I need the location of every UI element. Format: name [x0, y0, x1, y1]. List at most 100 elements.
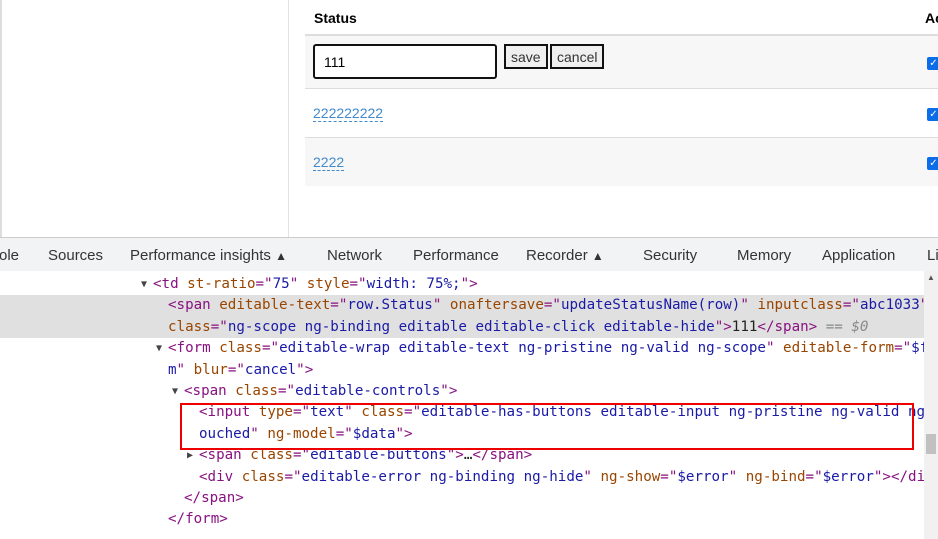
- tab-label: Performance insights: [130, 247, 271, 264]
- code-token: ": [728, 468, 746, 485]
- code-token: ">: [296, 361, 314, 378]
- code-token: class: [168, 318, 211, 335]
- expand-arrow-icon[interactable]: ▼: [156, 338, 162, 360]
- dom-node-line[interactable]: </form>: [0, 509, 924, 531]
- active-checkbox[interactable]: ✓: [927, 57, 938, 70]
- code-token: =": [894, 340, 912, 357]
- code-token: =": [805, 468, 823, 485]
- tab-memory[interactable]: Memory: [737, 247, 791, 264]
- code-token: <div: [199, 468, 242, 485]
- code-token: width: 75%;: [366, 276, 461, 292]
- tab-performance[interactable]: Performance: [413, 247, 499, 264]
- code-token: class: [219, 340, 262, 357]
- code-token: 75: [272, 276, 290, 292]
- elements-scrollbar[interactable]: ▲: [924, 271, 938, 539]
- code-token: ": [176, 361, 194, 378]
- code-token: editable-text: [219, 297, 331, 314]
- code-token: =": [210, 318, 228, 335]
- code-token: $error: [677, 468, 729, 485]
- scrollbar-thumb[interactable]: [926, 434, 936, 454]
- left-column: [2, 0, 289, 237]
- dom-node-line[interactable]: <form class="editable-wrap editable-text…: [0, 338, 924, 360]
- tab-sources[interactable]: Sources: [48, 247, 103, 264]
- highlight-box: [180, 403, 914, 450]
- code-token: editable-form: [783, 340, 895, 357]
- code-token: =": [255, 276, 273, 292]
- status-table: Status Ac save cancel ✓ 222222222 ✓ 2222…: [305, 0, 938, 186]
- code-token: == $0: [817, 318, 869, 335]
- code-token: editable-controls: [295, 383, 441, 399]
- code-token: <td: [153, 276, 188, 292]
- status-link[interactable]: 222222222: [313, 106, 384, 122]
- tab-security[interactable]: Security: [643, 247, 697, 264]
- code-token: 111: [731, 318, 758, 335]
- code-token: abc1033: [859, 297, 920, 314]
- tab-recorder[interactable]: Recorder ▲: [526, 247, 604, 264]
- code-token: </form>: [168, 511, 228, 528]
- code-token: style: [306, 276, 350, 292]
- code-token: ng-bind: [745, 468, 806, 485]
- tab-performance-insights[interactable]: Performance insights ▲: [130, 247, 287, 264]
- dom-node-line[interactable]: </span>: [0, 488, 924, 510]
- flask-icon: ▲: [591, 249, 604, 263]
- web-page: Status Ac save cancel ✓ 222222222 ✓ 2222…: [0, 0, 938, 237]
- devtools-tab-bar: ole Sources Performance insights ▲ Netwo…: [0, 237, 938, 271]
- code-token: =": [330, 297, 348, 314]
- code-token: editable-wrap editable-text ng-pristine …: [279, 340, 766, 357]
- expand-arrow-icon[interactable]: ▼: [141, 274, 147, 296]
- dom-node-line[interactable]: m" blur="cancel">: [0, 360, 924, 382]
- code-token: ": [289, 276, 307, 292]
- save-button[interactable]: save: [504, 44, 548, 69]
- tab-console[interactable]: ole: [0, 247, 19, 264]
- code-token: row.Status: [347, 297, 433, 314]
- tab-lighthouse[interactable]: Li: [927, 247, 938, 264]
- code-token: =": [543, 297, 561, 314]
- code-token: =": [284, 468, 302, 485]
- active-checkbox[interactable]: ✓: [927, 157, 938, 170]
- active-checkbox[interactable]: ✓: [927, 108, 938, 121]
- tab-network[interactable]: Network: [327, 247, 382, 264]
- code-token: m: [168, 361, 177, 378]
- code-token: =": [277, 383, 296, 399]
- code-token: ">: [714, 318, 732, 335]
- code-token: <span: [168, 297, 220, 314]
- code-token: inputclass: [757, 297, 843, 314]
- table-row: 222222222 ✓: [305, 89, 938, 138]
- code-token: st-ratio: [187, 276, 256, 292]
- flask-icon: ▲: [275, 249, 287, 263]
- status-link[interactable]: 2222: [313, 155, 345, 171]
- code-token: "></div>: [873, 468, 924, 485]
- code-token: ng-scope ng-binding editable editable-cl…: [227, 318, 715, 335]
- code-token: $for: [911, 340, 924, 357]
- code-token: =": [261, 340, 280, 357]
- code-token: onaftersave: [449, 297, 544, 314]
- dom-node-line[interactable]: class="ng-scope ng-binding editable edit…: [0, 316, 924, 339]
- code-token: ">: [440, 383, 458, 399]
- code-token: blur: [193, 361, 228, 378]
- code-token: class: [241, 468, 285, 485]
- dom-node-line[interactable]: <span editable-text="row.Status" onafter…: [0, 295, 924, 317]
- code-token: </span>: [184, 490, 244, 506]
- dom-node-line[interactable]: <td st-ratio="75" style="width: 75%;"> ▼: [0, 274, 924, 296]
- cancel-button[interactable]: cancel: [550, 44, 605, 69]
- scroll-up-icon[interactable]: ▲: [927, 273, 935, 282]
- code-token: ": [740, 297, 758, 314]
- status-edit-input[interactable]: [313, 44, 497, 79]
- code-token: ": [765, 340, 784, 357]
- table-row: 2222 ✓: [305, 138, 938, 186]
- code-token: </span>: [757, 318, 818, 335]
- code-token: cancel: [244, 361, 297, 378]
- dom-node-line[interactable]: <div class="editable-error ng-binding ng…: [0, 467, 924, 489]
- code-token: =": [349, 276, 367, 292]
- header-status: Status: [314, 10, 357, 26]
- expand-arrow-icon[interactable]: ▼: [172, 381, 178, 403]
- code-token: =": [227, 361, 245, 378]
- code-token: <form: [168, 340, 220, 357]
- code-token: ">: [460, 276, 478, 292]
- tab-application[interactable]: Application: [822, 247, 895, 264]
- dom-node-line[interactable]: <span class="editable-controls"> ▼: [0, 381, 924, 403]
- header-active: Ac: [925, 10, 938, 26]
- code-token: =": [842, 297, 860, 314]
- code-token: $error: [822, 468, 874, 485]
- code-token: ": [583, 468, 601, 485]
